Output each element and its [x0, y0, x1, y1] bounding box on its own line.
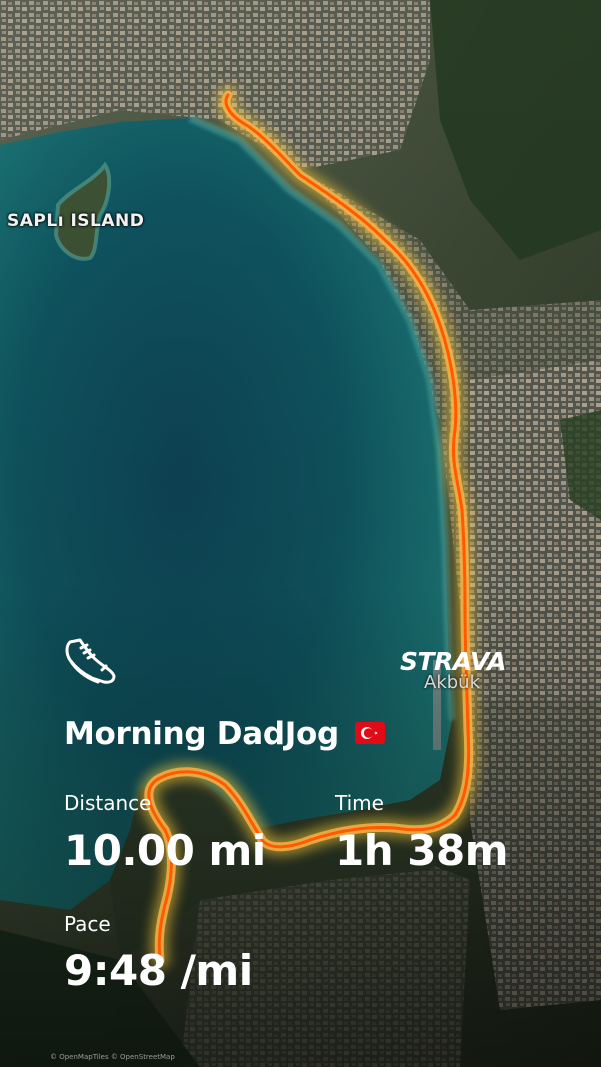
- map-attribution: © OpenMapTiles © OpenStreetMap: [50, 1053, 175, 1061]
- distance-label: Distance: [64, 791, 152, 815]
- activity-title: Morning DadJog: [64, 716, 339, 752]
- turkey-flag-icon: [355, 721, 386, 744]
- pace-value: 9:48 /mi: [64, 946, 253, 995]
- strava-logo: STRAVA: [400, 647, 506, 676]
- satellite-map: [0, 0, 601, 1067]
- running-shoe-icon: [65, 638, 116, 684]
- pace-label: Pace: [64, 912, 111, 936]
- time-label: Time: [335, 791, 384, 815]
- time-value: 1h 38m: [335, 826, 508, 875]
- island-label: SAPLı ISLAND: [7, 211, 145, 231]
- activity-share-card: SAPLı ISLAND Akbük © OpenMapTiles © Open…: [0, 0, 601, 1067]
- distance-value: 10.00 mi: [64, 826, 266, 875]
- activity-title-row: Morning DadJog: [64, 716, 386, 752]
